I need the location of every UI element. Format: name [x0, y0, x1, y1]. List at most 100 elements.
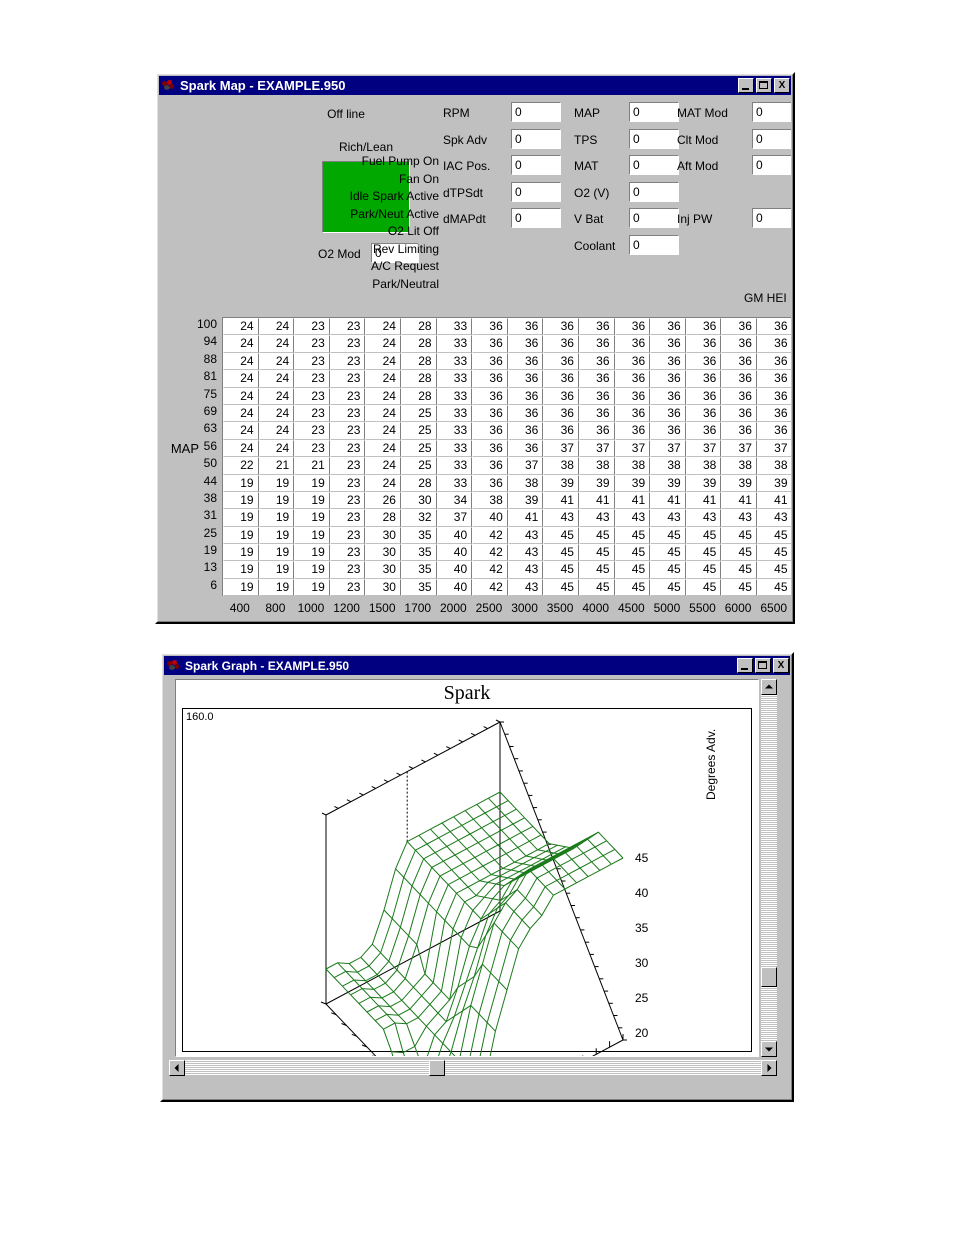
spark-cell-13-9[interactable]: 45	[543, 544, 579, 562]
spark-cell-15-12[interactable]: 45	[650, 578, 686, 597]
spark-cell-11-3[interactable]: 23	[329, 509, 366, 527]
spark-cell-9-10[interactable]: 39	[578, 474, 615, 492]
spark-cell-10-4[interactable]: 26	[365, 491, 401, 510]
spark-cell-6-15[interactable]: 36	[756, 422, 791, 440]
gauge-c1-field-4[interactable]: 0	[511, 208, 561, 228]
spark-cell-11-4[interactable]: 28	[365, 509, 401, 527]
spark-cell-6-8[interactable]: 36	[507, 422, 544, 440]
spark-cell-13-4[interactable]: 30	[365, 544, 401, 562]
scroll-down-button[interactable]	[761, 1041, 777, 1057]
spark-cell-12-6[interactable]: 40	[436, 526, 473, 545]
spark-cell-6-14[interactable]: 36	[721, 422, 757, 440]
spark-cell-8-8[interactable]: 37	[507, 457, 544, 475]
spark-cell-7-13[interactable]: 37	[685, 439, 722, 458]
gauge-c2-field-3[interactable]: 0	[629, 181, 679, 202]
spark-cell-12-7[interactable]: 42	[472, 526, 508, 545]
spark-cell-2-10[interactable]: 36	[578, 352, 615, 371]
spark-cell-0-11[interactable]: 36	[614, 318, 651, 336]
spark-cell-11-10[interactable]: 43	[578, 509, 615, 527]
spark-cell-2-12[interactable]: 36	[650, 352, 686, 371]
spark-cell-8-3[interactable]: 23	[329, 457, 366, 475]
spark-cell-3-10[interactable]: 36	[578, 370, 615, 388]
spark-cell-4-0[interactable]: 24	[223, 387, 259, 405]
spark-cell-7-9[interactable]: 37	[543, 439, 579, 458]
spark-cell-9-13[interactable]: 39	[685, 474, 722, 492]
spark-cell-9-14[interactable]: 39	[721, 474, 757, 492]
spark-cell-10-8[interactable]: 39	[507, 491, 544, 510]
spark-cell-4-14[interactable]: 36	[721, 387, 757, 405]
spark-cell-7-0[interactable]: 24	[223, 439, 259, 458]
spark-cell-1-14[interactable]: 36	[721, 335, 757, 353]
spark-cell-4-12[interactable]: 36	[650, 387, 686, 405]
spark-cell-1-1[interactable]: 24	[258, 335, 295, 353]
spark-cell-13-11[interactable]: 45	[614, 544, 651, 562]
spark-cell-14-0[interactable]: 19	[223, 561, 259, 579]
spark-cell-15-11[interactable]: 45	[614, 578, 651, 597]
gauge-c2-field-1[interactable]: 0	[629, 128, 679, 149]
spark-cell-7-10[interactable]: 37	[578, 439, 615, 458]
spark-cell-13-10[interactable]: 45	[578, 544, 615, 562]
spark-cell-7-12[interactable]: 37	[650, 439, 686, 458]
maximize-button[interactable]	[755, 658, 771, 673]
gauge-c1-field-1[interactable]: 0	[511, 128, 561, 149]
spark-value-grid[interactable]: 24 24 23 23 24 28 33 36 36 36 36 36 36 36 36 36 24 24 23 23…	[222, 317, 791, 597]
spark-cell-0-8[interactable]: 36	[507, 318, 544, 336]
spark-cell-5-0[interactable]: 24	[223, 404, 259, 423]
spark-cell-14-10[interactable]: 45	[578, 561, 615, 579]
spark-cell-7-4[interactable]: 24	[365, 439, 401, 458]
spark-cell-14-2[interactable]: 19	[294, 561, 330, 579]
spark-cell-3-3[interactable]: 23	[329, 370, 366, 388]
spark-cell-10-6[interactable]: 34	[436, 491, 473, 510]
gauge-c2-field-2[interactable]: 0	[629, 155, 679, 175]
spark-cell-6-9[interactable]: 36	[543, 422, 579, 440]
spark-cell-9-3[interactable]: 23	[329, 474, 366, 492]
spark-cell-2-1[interactable]: 24	[258, 352, 295, 371]
scroll-left-button[interactable]	[169, 1060, 185, 1076]
spark-cell-11-2[interactable]: 19	[294, 509, 330, 527]
spark-cell-0-7[interactable]: 36	[472, 318, 508, 336]
spark-cell-13-8[interactable]: 43	[507, 544, 544, 562]
spark-cell-4-4[interactable]: 24	[365, 387, 401, 405]
spark-cell-13-6[interactable]: 40	[436, 544, 473, 562]
spark-cell-9-6[interactable]: 33	[436, 474, 473, 492]
spark-cell-15-1[interactable]: 19	[258, 578, 295, 597]
spark-cell-3-0[interactable]: 24	[223, 370, 259, 388]
spark-cell-15-2[interactable]: 19	[294, 578, 330, 597]
spark-cell-0-0[interactable]: 24	[223, 318, 259, 336]
spark-cell-8-1[interactable]: 21	[258, 457, 295, 475]
spark-cell-5-13[interactable]: 36	[685, 404, 722, 423]
spark-cell-3-13[interactable]: 36	[685, 370, 722, 388]
spark-cell-8-5[interactable]: 25	[400, 457, 437, 475]
graph-vertical-scrollbar[interactable]	[761, 679, 777, 1057]
spark-cell-3-4[interactable]: 24	[365, 370, 401, 388]
spark-cell-10-7[interactable]: 38	[472, 491, 508, 510]
spark-cell-6-12[interactable]: 36	[650, 422, 686, 440]
spark-cell-8-11[interactable]: 38	[614, 457, 651, 475]
spark-map-titlebar[interactable]: Spark Map - EXAMPLE.950 X	[159, 76, 791, 95]
maximize-button[interactable]	[756, 78, 772, 93]
spark-cell-12-12[interactable]: 45	[650, 526, 686, 545]
spark-cell-4-1[interactable]: 24	[258, 387, 295, 405]
spark-cell-9-4[interactable]: 24	[365, 474, 401, 492]
spark-cell-14-13[interactable]: 45	[685, 561, 722, 579]
spark-cell-14-8[interactable]: 43	[507, 561, 544, 579]
spark-cell-6-3[interactable]: 23	[329, 422, 366, 440]
spark-cell-11-0[interactable]: 19	[223, 509, 259, 527]
spark-cell-15-0[interactable]: 19	[223, 578, 259, 597]
gauge-c3-field-2[interactable]: 0	[752, 155, 791, 175]
close-button[interactable]: X	[774, 78, 790, 93]
spark-cell-6-1[interactable]: 24	[258, 422, 295, 440]
spark-cell-2-2[interactable]: 23	[294, 352, 330, 371]
spark-cell-11-1[interactable]: 19	[258, 509, 295, 527]
spark-cell-15-5[interactable]: 35	[400, 578, 437, 597]
spark-cell-14-11[interactable]: 45	[614, 561, 651, 579]
spark-cell-12-15[interactable]: 45	[756, 526, 791, 545]
spark-cell-5-3[interactable]: 23	[329, 404, 366, 423]
spark-cell-1-0[interactable]: 24	[223, 335, 259, 353]
spark-cell-8-0[interactable]: 22	[223, 457, 259, 475]
minimize-button[interactable]	[738, 78, 754, 93]
spark-cell-4-7[interactable]: 36	[472, 387, 508, 405]
spark-cell-0-9[interactable]: 36	[543, 318, 579, 336]
spark-cell-11-9[interactable]: 43	[543, 509, 579, 527]
spark-cell-15-14[interactable]: 45	[721, 578, 757, 597]
